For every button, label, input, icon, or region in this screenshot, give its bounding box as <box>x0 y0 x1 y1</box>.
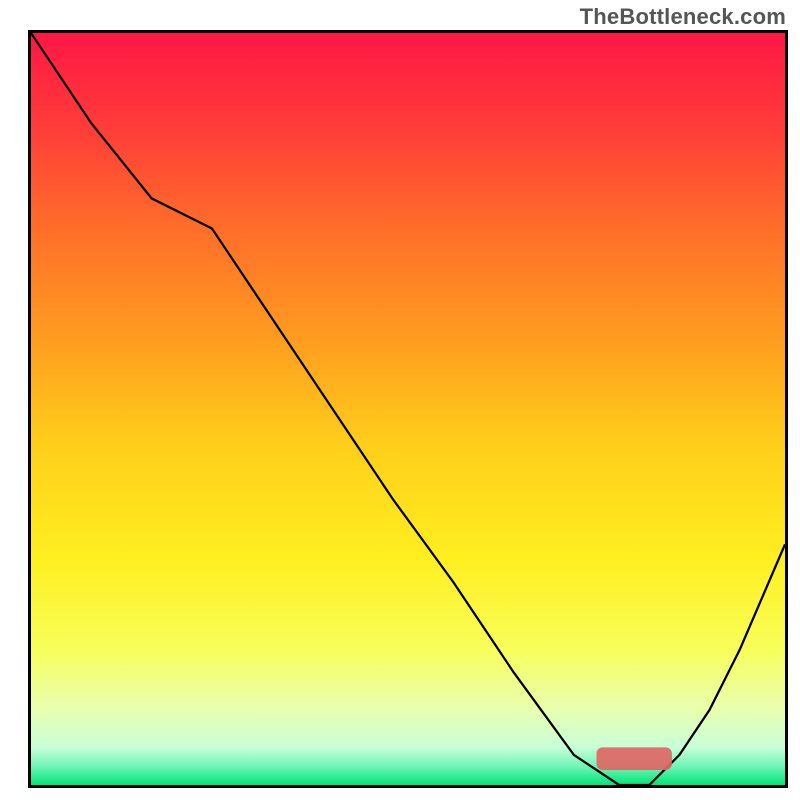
plot-frame <box>28 30 788 788</box>
plot-svg <box>31 33 785 785</box>
watermark-text: TheBottleneck.com <box>580 4 786 30</box>
gradient-background <box>31 33 785 785</box>
chart-container: TheBottleneck.com <box>0 0 800 800</box>
optimal-range-marker <box>597 747 672 770</box>
